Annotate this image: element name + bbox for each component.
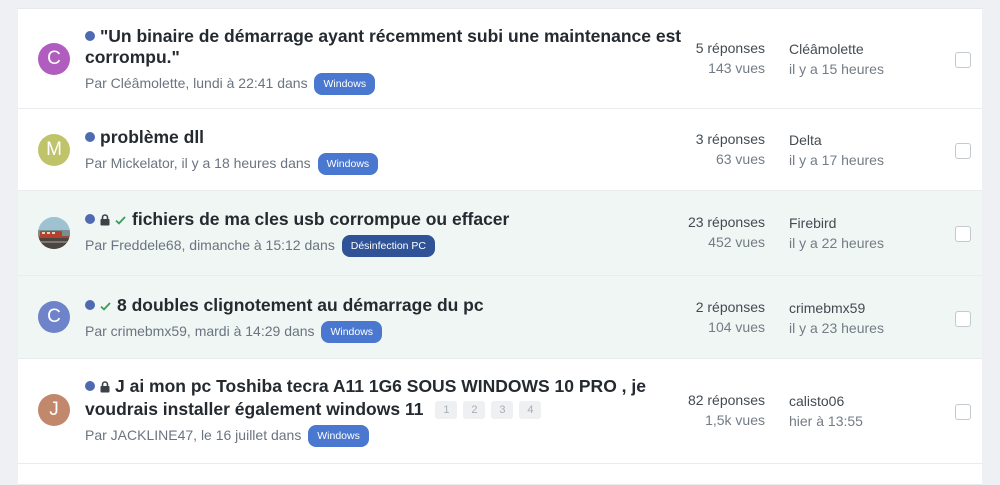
avatar[interactable]: C (38, 301, 70, 333)
topic-title-link[interactable]: "Un binaire de démarrage ayant récemment… (85, 26, 681, 67)
views-count: 63 vues (715, 151, 765, 167)
views-count: 1,5k vues (705, 412, 765, 428)
unread-dot-icon (85, 300, 95, 310)
page-link[interactable]: 4 (519, 401, 542, 419)
topic-title-link[interactable]: 8 doubles clignotement au démarrage du p… (117, 295, 484, 315)
topic-meta: Par JACKLINE47, le 16 juillet dans (85, 427, 302, 443)
last-post-time[interactable]: hier à 13:55 (789, 411, 863, 431)
topic-meta: Par crimebmx59, mardi à 14:29 dans (85, 323, 315, 339)
topic-meta: Par Cléâmolette, lundi à 22:41 dans (85, 75, 308, 91)
views-count: 104 vues (708, 319, 765, 335)
select-topic-checkbox[interactable] (955, 52, 971, 68)
replies-count: 3 réponses (695, 131, 765, 147)
pagination: 1234 (435, 397, 547, 419)
topic-title-link[interactable]: fichiers de ma cles usb corrompue ou eff… (132, 209, 509, 229)
avatar[interactable]: M (38, 134, 70, 166)
lock-icon (100, 381, 110, 393)
topic-row: M problème dll Par Mickelator, il y a 18… (18, 109, 982, 191)
topic-title-link[interactable]: problème dll (100, 127, 204, 147)
topic-list: C "Un binaire de démarrage ayant récemme… (18, 8, 982, 485)
unread-dot-icon (85, 214, 95, 224)
views-count: 452 vues (708, 234, 765, 250)
forum-tag[interactable]: Windows (317, 153, 379, 175)
last-post-time[interactable]: il y a 22 heures (789, 233, 884, 253)
last-poster-link[interactable]: Delta (789, 130, 884, 150)
replies-count: 2 réponses (695, 299, 765, 315)
unread-dot-icon (85, 381, 95, 391)
last-poster-link[interactable]: crimebmx59 (789, 298, 884, 318)
lock-icon (100, 214, 110, 226)
topic-title-link[interactable]: J ai mon pc Toshiba tecra A11 1G6 SOUS W… (85, 376, 646, 419)
views-count: 143 vues (708, 60, 765, 76)
forum-tag[interactable]: Windows (321, 321, 383, 343)
topic-row: fichiers de ma cles usb corrompue ou eff… (18, 191, 982, 276)
replies-count: 5 réponses (695, 40, 765, 56)
forum-tag[interactable]: Désinfection PC (341, 235, 436, 257)
select-topic-checkbox[interactable] (955, 404, 971, 420)
replies-count: 23 réponses (687, 214, 765, 230)
last-post-time[interactable]: il y a 15 heures (789, 59, 884, 79)
topic-meta: Par Freddele68, dimanche à 15:12 dans (85, 237, 335, 253)
topic-row: J J ai mon pc Toshiba tecra A11 1G6 SOUS… (18, 359, 982, 464)
page-link[interactable]: 2 (463, 401, 486, 419)
topic-row: C "Un binaire de démarrage ayant récemme… (18, 9, 982, 109)
topic-row (18, 464, 982, 485)
page-link[interactable]: 3 (491, 401, 514, 419)
replies-count: 82 réponses (687, 392, 765, 408)
select-topic-checkbox[interactable] (955, 226, 971, 242)
avatar[interactable] (38, 217, 70, 249)
select-topic-checkbox[interactable] (955, 143, 971, 159)
avatar[interactable]: J (38, 394, 70, 426)
forum-tag[interactable]: Windows (308, 425, 369, 447)
last-post-time[interactable]: il y a 17 heures (789, 150, 884, 170)
last-poster-link[interactable]: calisto06 (789, 391, 863, 411)
topic-row: C 8 doubles clignotement au démarrage du… (18, 276, 982, 359)
last-poster-link[interactable]: Firebird (789, 213, 884, 233)
last-post-time[interactable]: il y a 23 heures (789, 318, 884, 338)
page-link[interactable]: 1 (435, 401, 458, 419)
last-poster-link[interactable]: Cléâmolette (789, 39, 884, 59)
check-icon (100, 302, 111, 311)
topic-meta: Par Mickelator, il y a 18 heures dans (85, 155, 311, 171)
check-icon (115, 216, 126, 225)
select-topic-checkbox[interactable] (955, 311, 971, 327)
train-photo-icon (38, 217, 70, 249)
forum-tag[interactable]: Windows (314, 73, 376, 95)
unread-dot-icon (85, 132, 95, 142)
avatar[interactable]: C (38, 43, 70, 75)
unread-dot-icon (85, 31, 95, 41)
